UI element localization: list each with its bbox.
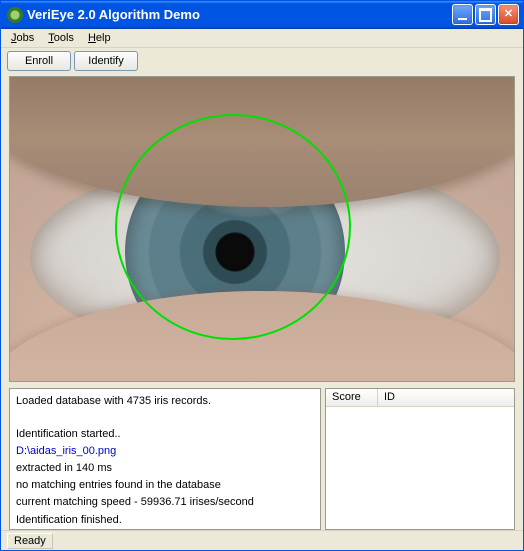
column-id[interactable]: ID xyxy=(378,389,514,406)
log-line: current matching speed - 59936.71 irises… xyxy=(16,494,314,511)
status-text: Ready xyxy=(7,533,53,549)
identify-button[interactable]: Identify xyxy=(74,51,138,71)
window-title: VeriEye 2.0 Algorithm Demo xyxy=(27,7,452,22)
log-panel[interactable]: Loaded database with 4735 iris records. … xyxy=(9,388,321,530)
enroll-button[interactable]: Enroll xyxy=(7,51,71,71)
menu-jobs[interactable]: Jobs xyxy=(5,30,40,46)
close-button[interactable] xyxy=(498,4,519,25)
log-line: extracted in 140 ms xyxy=(16,460,314,477)
statusbar: Ready xyxy=(1,530,523,550)
results-header: Score ID xyxy=(326,389,514,407)
maximize-button[interactable] xyxy=(475,4,496,25)
log-line: Identification started.. xyxy=(16,426,314,443)
log-line: Identification finished. xyxy=(16,512,314,529)
minimize-button[interactable] xyxy=(452,4,473,25)
app-window: VeriEye 2.0 Algorithm Demo Jobs Tools He… xyxy=(0,0,524,551)
menu-tools[interactable]: Tools xyxy=(42,30,80,46)
log-line: Loaded database with 4735 iris records. xyxy=(16,393,314,410)
toolbar: Enroll Identify xyxy=(1,48,523,74)
menubar: Jobs Tools Help xyxy=(1,29,523,49)
menu-help[interactable]: Help xyxy=(82,30,117,46)
titlebar[interactable]: VeriEye 2.0 Algorithm Demo xyxy=(1,1,523,29)
log-file-link[interactable]: D:\aidas_iris_00.png xyxy=(16,443,314,460)
log-line: no matching entries found in the databas… xyxy=(16,477,314,494)
image-viewport xyxy=(9,76,515,382)
results-panel: Score ID xyxy=(325,388,515,530)
column-score[interactable]: Score xyxy=(326,389,378,406)
app-icon xyxy=(7,7,23,23)
